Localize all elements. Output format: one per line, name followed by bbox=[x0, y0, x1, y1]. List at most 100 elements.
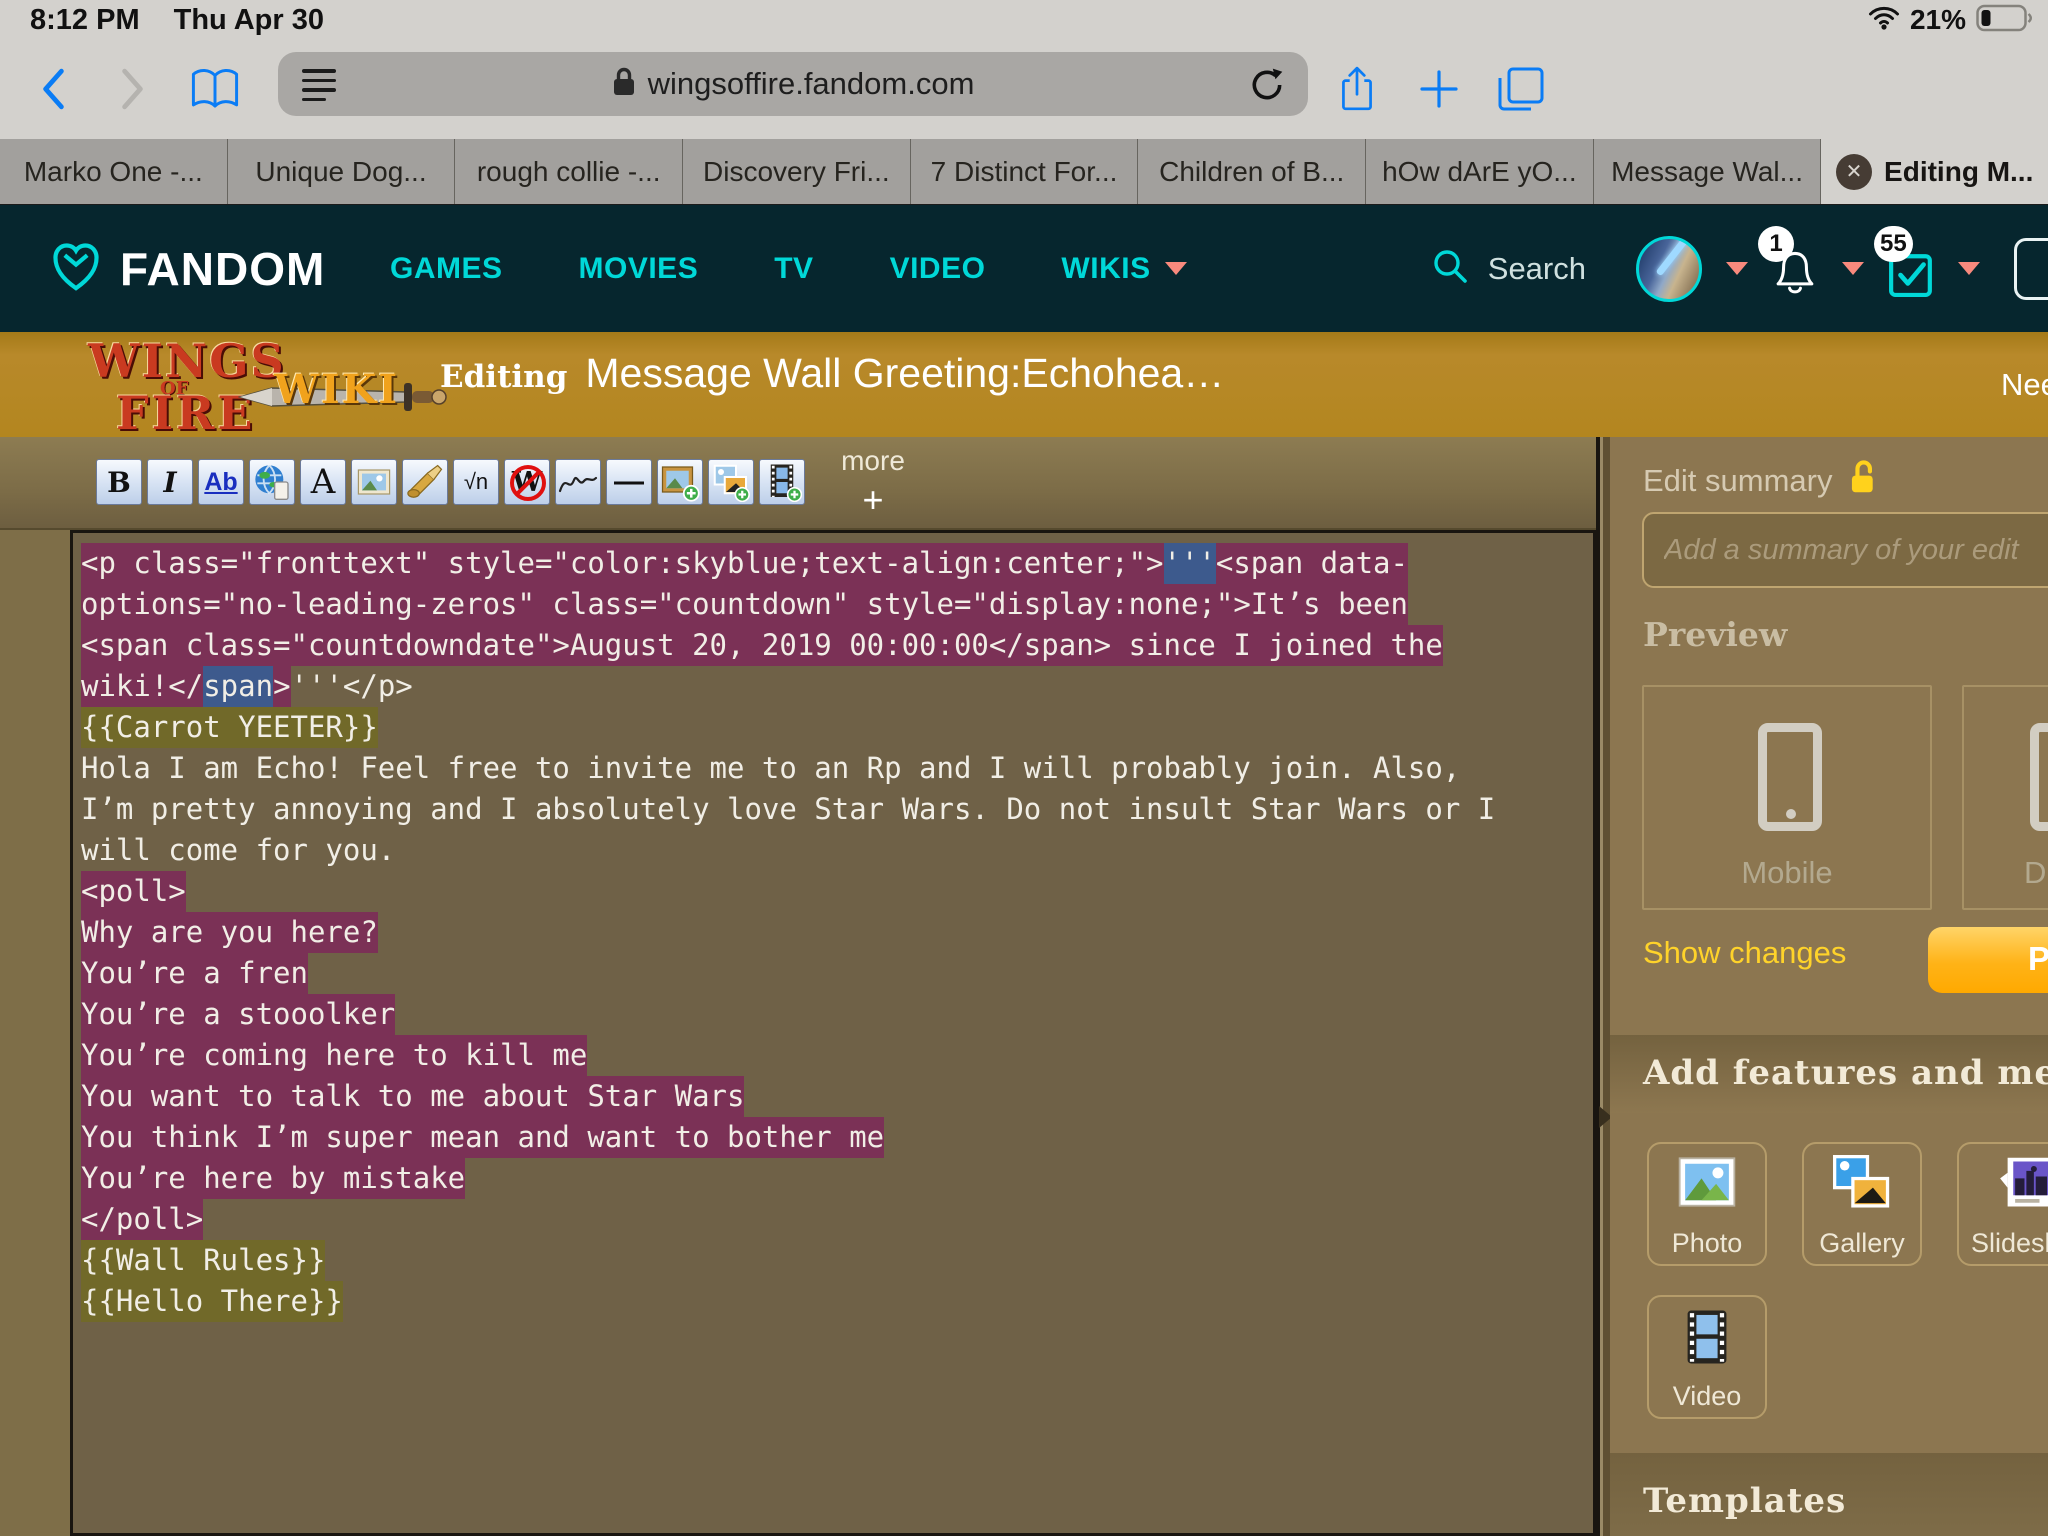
fandom-heart-icon bbox=[48, 238, 104, 299]
chevron-down-icon[interactable] bbox=[1842, 262, 1864, 275]
battery-percent: 21% bbox=[1910, 4, 1966, 36]
fandom-nav: GAMES MOVIES TV VIDEO WIKIS bbox=[390, 252, 1187, 286]
embedded-image-button[interactable] bbox=[351, 459, 397, 505]
code-line[interactable]: You want to talk to me about Star Wars bbox=[81, 1076, 1593, 1117]
add-gallery-button[interactable] bbox=[708, 459, 754, 505]
add-video-tile[interactable]: Video bbox=[1647, 1295, 1767, 1419]
address-bar[interactable]: wingsoffire.fandom.com bbox=[278, 52, 1308, 116]
nav-movies[interactable]: MOVIES bbox=[579, 252, 699, 286]
browser-tab[interactable]: Message Wal... bbox=[1594, 139, 1822, 204]
code-line[interactable]: Hola I am Echo! Feel free to invite me t… bbox=[81, 748, 1593, 789]
chevron-down-icon[interactable] bbox=[1726, 262, 1748, 275]
signature-button[interactable] bbox=[555, 459, 601, 505]
back-button[interactable] bbox=[28, 64, 78, 114]
code-line[interactable]: {{Hello There}} bbox=[81, 1281, 1593, 1322]
browser-tab[interactable]: rough collie -... bbox=[455, 139, 683, 204]
browser-tab[interactable]: Children of B... bbox=[1138, 139, 1366, 204]
nav-video[interactable]: VIDEO bbox=[890, 252, 986, 286]
code-line[interactable]: {{Carrot YEETER}} bbox=[81, 707, 1593, 748]
code-line[interactable]: <poll> bbox=[81, 871, 1593, 912]
add-gallery-tile[interactable]: Gallery bbox=[1802, 1142, 1922, 1266]
add-photo-button[interactable] bbox=[657, 459, 703, 505]
more-tools-button[interactable]: more + bbox=[828, 445, 918, 521]
reader-view-icon[interactable] bbox=[302, 69, 336, 101]
source-editor[interactable]: <p class="fronttext" style="color:skyblu… bbox=[70, 530, 1596, 1536]
nav-wikis[interactable]: WIKIS bbox=[1061, 252, 1186, 286]
horizontal-line-button[interactable]: — bbox=[606, 459, 652, 505]
tab-switcher-icon[interactable] bbox=[1496, 64, 1546, 114]
code-line[interactable]: You think I’m super mean and want to bot… bbox=[81, 1117, 1593, 1158]
nav-games[interactable]: GAMES bbox=[390, 252, 503, 286]
open-padlock-icon bbox=[1846, 459, 1880, 503]
date: Thu Apr 30 bbox=[174, 4, 324, 37]
link-glyph: Ab bbox=[204, 468, 237, 497]
features-section-header: Add features and media bbox=[1610, 1035, 2048, 1113]
logo-fire-text: FIRE bbox=[116, 386, 255, 440]
mobile-label: Mobile bbox=[1644, 855, 1930, 891]
mobile-preview-button[interactable]: Mobile bbox=[1642, 685, 1932, 910]
bold-button[interactable]: B bbox=[96, 459, 142, 505]
nav-tv[interactable]: TV bbox=[774, 252, 813, 286]
media-file-link-button[interactable] bbox=[402, 459, 448, 505]
bookmarks-icon[interactable] bbox=[190, 64, 240, 114]
editing-prefix: Editing bbox=[440, 359, 567, 395]
code-line[interactable]: You’re a fren bbox=[81, 953, 1593, 994]
reload-button[interactable] bbox=[1248, 66, 1286, 109]
new-tab-icon[interactable] bbox=[1414, 64, 1464, 114]
user-avatar[interactable] bbox=[1636, 236, 1702, 302]
preview-heading: Preview bbox=[1643, 615, 1787, 654]
code-line[interactable]: You’re here by mistake bbox=[81, 1158, 1593, 1199]
fandom-logo[interactable]: FANDOM bbox=[48, 238, 348, 299]
code-line[interactable]: </poll> bbox=[81, 1199, 1593, 1240]
notifications-button[interactable]: 1 bbox=[1772, 240, 1818, 298]
code-line[interactable]: wiki!</span>'''</p> bbox=[81, 666, 1593, 707]
wiki-logo[interactable]: WINGS OF FIRE WIKI bbox=[88, 334, 418, 436]
search-button[interactable]: Search bbox=[1430, 246, 1586, 291]
add-slideshow-tile[interactable]: Slidesho bbox=[1957, 1142, 2048, 1266]
edit-summary-input[interactable] bbox=[1642, 512, 2048, 588]
code-line[interactable]: Why are you here? bbox=[81, 912, 1593, 953]
browser-tab[interactable]: hOw dArE yO... bbox=[1366, 139, 1594, 204]
messages-button[interactable]: 55 bbox=[1888, 240, 1934, 298]
share-icon[interactable] bbox=[1332, 64, 1382, 114]
show-changes-link[interactable]: Show changes bbox=[1643, 935, 1846, 971]
internal-link-button[interactable]: Ab bbox=[198, 459, 244, 505]
code-line[interactable]: options="no-leading-zeros" class="countd… bbox=[81, 584, 1593, 625]
code-line[interactable]: will come for you. bbox=[81, 830, 1593, 871]
code-line[interactable]: You’re coming here to kill me bbox=[81, 1035, 1593, 1076]
message-badge: 55 bbox=[1874, 226, 1913, 262]
search-icon bbox=[1430, 246, 1470, 291]
browser-tab[interactable]: 7 Distinct For... bbox=[911, 139, 1139, 204]
browser-tab[interactable]: Discovery Fri... bbox=[683, 139, 911, 204]
add-video-button[interactable] bbox=[759, 459, 805, 505]
publish-button[interactable]: P bbox=[1928, 927, 2048, 993]
browser-tab[interactable]: Marko One -... bbox=[0, 139, 228, 204]
browser-tab-active[interactable]: ✕ Editing M... bbox=[1821, 139, 2048, 204]
tab-label: Children of B... bbox=[1159, 156, 1344, 188]
tab-label: rough collie -... bbox=[477, 156, 661, 188]
italic-button[interactable]: I bbox=[147, 459, 193, 505]
help-link[interactable]: Nee bbox=[2001, 367, 2048, 403]
forward-button[interactable] bbox=[108, 64, 158, 114]
close-tab-icon[interactable]: ✕ bbox=[1836, 154, 1872, 190]
browser-tab[interactable]: Unique Dog... bbox=[228, 139, 456, 204]
start-wiki-button[interactable] bbox=[2014, 238, 2048, 300]
headline-button[interactable]: A bbox=[300, 459, 346, 505]
add-photo-tile[interactable]: Photo bbox=[1647, 1142, 1767, 1266]
templates-section-header[interactable]: Templates bbox=[1610, 1453, 2048, 1536]
code-line[interactable]: {{Wall Rules}} bbox=[81, 1240, 1593, 1281]
external-link-button[interactable] bbox=[249, 459, 295, 505]
nowiki-button[interactable]: W bbox=[504, 459, 550, 505]
code-line[interactable]: <p class="fronttext" style="color:skyblu… bbox=[81, 543, 1593, 584]
desktop-preview-button[interactable]: D bbox=[1962, 685, 2048, 910]
code-line[interactable]: You’re a stooolker bbox=[81, 994, 1593, 1035]
editor-left-gutter bbox=[0, 530, 70, 1536]
slideshow-icon bbox=[1998, 1154, 2048, 1219]
code-line[interactable]: <span class="countdowndate">August 20, 2… bbox=[81, 625, 1593, 666]
code-line[interactable]: I’m pretty annoying and I absolutely lov… bbox=[81, 789, 1593, 830]
search-label: Search bbox=[1488, 251, 1586, 287]
math-formula-button[interactable]: √n bbox=[453, 459, 499, 505]
tab-label: Marko One -... bbox=[24, 156, 203, 188]
mobile-phone-icon bbox=[1758, 723, 1822, 831]
chevron-down-icon[interactable] bbox=[1958, 262, 1980, 275]
